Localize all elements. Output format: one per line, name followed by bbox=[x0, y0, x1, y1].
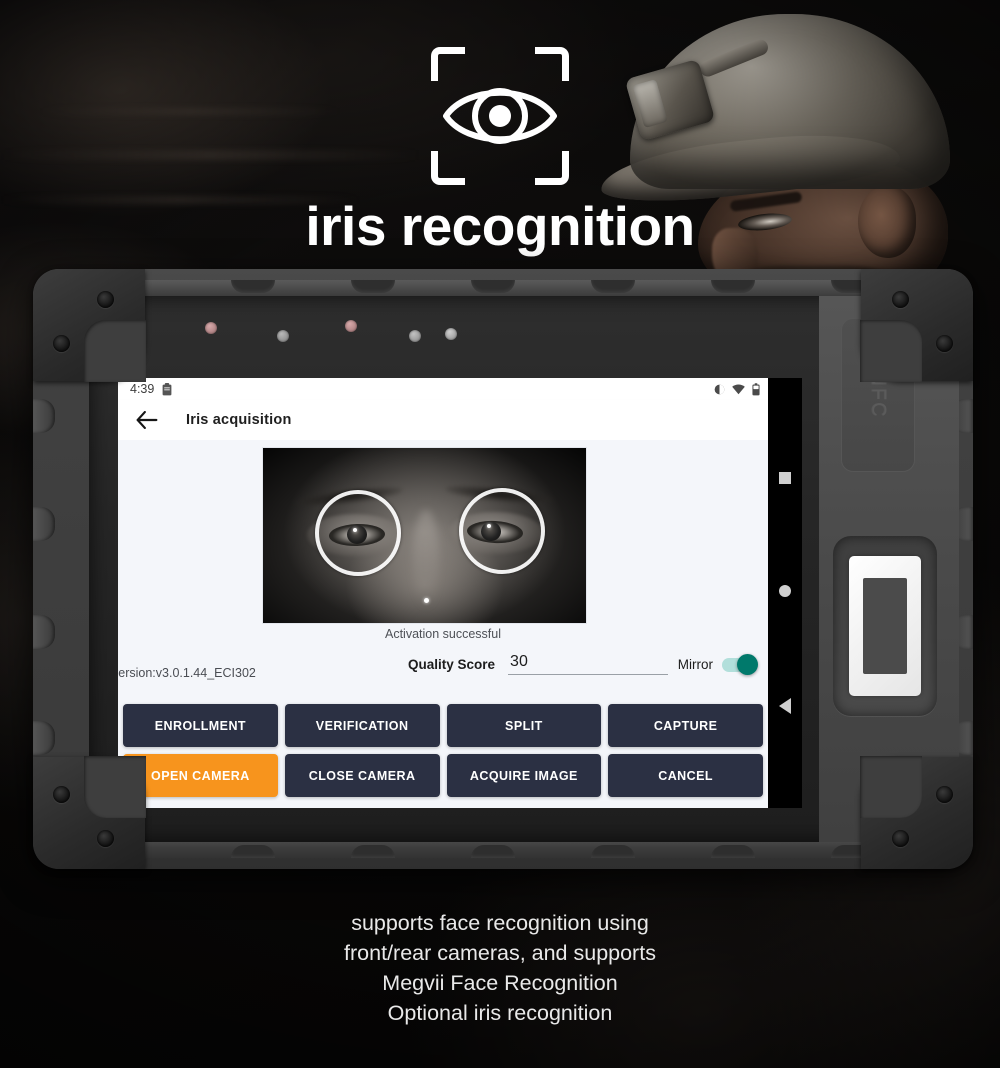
iris-tracking-circle-left bbox=[315, 490, 401, 576]
cancel-button[interactable]: CANCEL bbox=[608, 754, 763, 797]
tablet-side-ridge bbox=[33, 615, 55, 649]
back-arrow-icon[interactable] bbox=[136, 411, 158, 429]
front-camera bbox=[409, 330, 421, 342]
mirror-toggle-knob bbox=[737, 653, 758, 675]
close-camera-button[interactable]: CLOSE CAMERA bbox=[284, 754, 440, 797]
split-button[interactable]: SPLIT bbox=[446, 704, 602, 747]
mirror-label: Mirror bbox=[677, 657, 713, 672]
fingerprint-pad[interactable] bbox=[849, 556, 921, 696]
battery-icon bbox=[752, 382, 760, 395]
do-not-disturb-icon bbox=[714, 384, 725, 394]
recents-square-icon[interactable] bbox=[779, 472, 791, 485]
fingerprint-sensor[interactable] bbox=[833, 536, 937, 716]
page-title: iris recognition bbox=[305, 195, 695, 257]
quality-score-input[interactable] bbox=[508, 653, 669, 675]
ir-led-sensor bbox=[205, 322, 217, 334]
corner-bumper-bottom-right bbox=[860, 756, 973, 869]
corner-bumper-top-right bbox=[860, 269, 973, 382]
corner-bumper-top-left bbox=[33, 269, 146, 382]
clipboard-icon bbox=[162, 382, 172, 395]
acquire-image-button[interactable]: ACQUIRE IMAGE bbox=[446, 754, 602, 797]
app-bar-title: Iris acquisition bbox=[186, 412, 292, 428]
wifi-icon bbox=[732, 384, 745, 394]
back-triangle-icon[interactable] bbox=[779, 697, 791, 714]
caption-line-1: supports face recognition using bbox=[351, 911, 649, 935]
activation-status-text: Activation successful bbox=[384, 627, 502, 641]
proximity-sensor bbox=[445, 328, 457, 340]
verification-button[interactable]: VERIFICATION bbox=[284, 704, 440, 747]
version-text: version:v3.0.1.44_ECI302 bbox=[118, 666, 256, 680]
eye-icon bbox=[443, 88, 557, 144]
quality-score-row: Quality Score bbox=[408, 653, 669, 675]
home-circle-icon[interactable] bbox=[779, 584, 791, 597]
caption-block: supports face recognition using front/re… bbox=[0, 908, 1000, 1028]
eye-scan-icon bbox=[431, 47, 569, 185]
tablet-side-ridge bbox=[33, 507, 55, 541]
action-button-grid: ENROLLMENT VERIFICATION SPLIT CAPTURE OP… bbox=[118, 704, 768, 797]
status-bar: 4:39 bbox=[118, 378, 768, 400]
android-nav-bar bbox=[768, 378, 802, 808]
iris-tracking-circle-right bbox=[459, 488, 545, 574]
caption-line-4: Optional iris recognition bbox=[387, 1001, 613, 1025]
rugged-tablet-device: NFC 4:39 Iris acquisition Activation suc… bbox=[33, 269, 973, 869]
iris-preview-image bbox=[263, 448, 586, 623]
ir-led-sensor bbox=[345, 320, 357, 332]
android-screen: 4:39 Iris acquisition Activation success… bbox=[118, 378, 768, 808]
ambient-light-sensor bbox=[277, 330, 289, 342]
tablet-side-ridge bbox=[33, 399, 55, 433]
screen-content: Activation successful version:v3.0.1.44_… bbox=[118, 440, 768, 808]
mirror-toggle-row: Mirror bbox=[677, 653, 758, 675]
open-camera-button[interactable]: OPEN CAMERA bbox=[123, 754, 278, 797]
status-time: 4:39 bbox=[130, 382, 155, 396]
app-bar: Iris acquisition bbox=[118, 400, 768, 440]
iris-camera-preview[interactable] bbox=[262, 447, 587, 624]
caption-line-2: front/rear cameras, and supports bbox=[344, 941, 656, 965]
corner-bumper-bottom-left bbox=[33, 756, 146, 869]
capture-button[interactable]: CAPTURE bbox=[608, 704, 763, 747]
enrollment-button[interactable]: ENROLLMENT bbox=[123, 704, 278, 747]
mirror-toggle[interactable] bbox=[722, 653, 758, 675]
tablet-side-ridge bbox=[33, 721, 55, 755]
quality-score-label: Quality Score bbox=[408, 656, 496, 672]
caption-line-3: Megvii Face Recognition bbox=[382, 971, 618, 995]
